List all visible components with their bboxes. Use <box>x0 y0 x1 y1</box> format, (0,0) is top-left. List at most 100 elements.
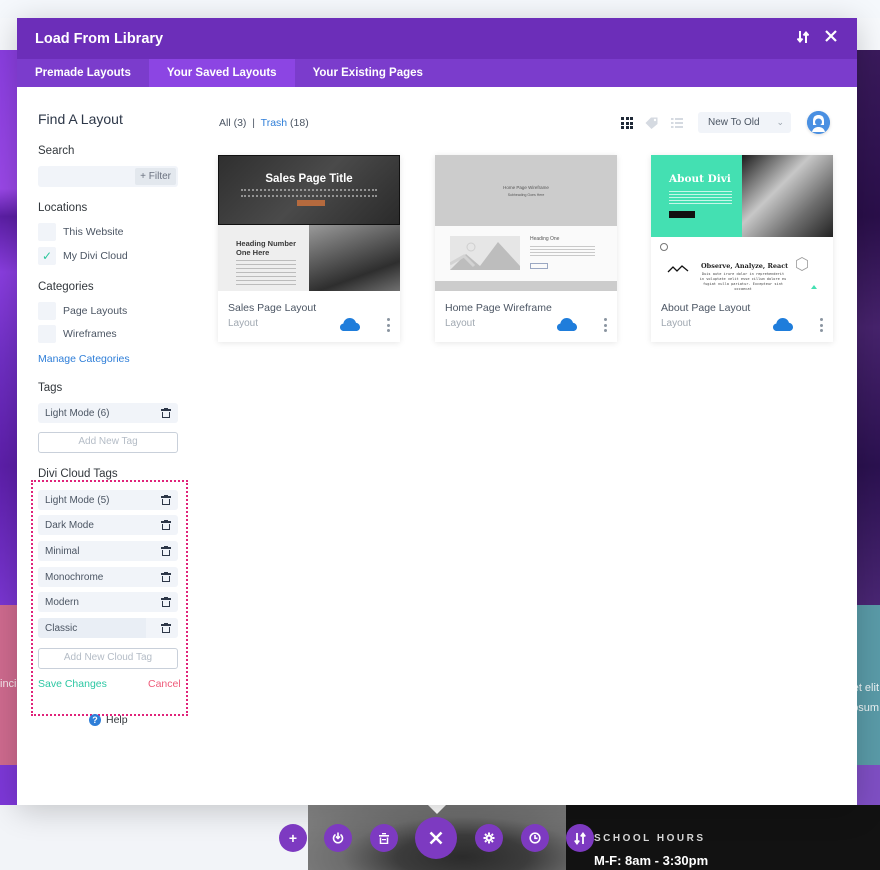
cloud-tag-item[interactable]: Dark Mode <box>38 515 178 535</box>
thumb-body-lines <box>669 191 732 205</box>
school-hours-label: SCHOOL HOURS <box>594 833 706 844</box>
sort-arrows-icon <box>574 831 586 845</box>
help-link[interactable]: ? Help <box>89 714 128 726</box>
bg-left-text: inci <box>0 678 17 690</box>
filter-all[interactable]: All (3) <box>219 117 246 129</box>
checkbox[interactable] <box>38 223 56 241</box>
trash-icon <box>379 832 389 844</box>
trash-icon[interactable] <box>161 494 171 506</box>
thumb-heading: Observe, Analyze, React <box>701 262 789 270</box>
card-name: Home Page Wireframe <box>445 302 552 314</box>
bg-right-section <box>856 50 880 605</box>
help-icon: ? <box>89 714 101 726</box>
checkmark-icon: ✓ <box>41 249 53 263</box>
tag-label: Classic <box>45 622 78 634</box>
location-this-website[interactable]: This Website <box>38 223 124 241</box>
layout-card[interactable]: Sales Page Title Heading Number One Here… <box>218 155 400 342</box>
thumb-text-section: Heading Number One Here <box>218 225 309 291</box>
portability-button[interactable] <box>324 824 352 852</box>
thumb-button <box>297 200 325 206</box>
trash-icon[interactable] <box>161 545 171 557</box>
search-input[interactable]: + Filter <box>38 166 178 187</box>
close-icon[interactable] <box>825 30 837 46</box>
grid-view-icon[interactable] <box>621 117 633 129</box>
trash-icon[interactable] <box>161 407 171 419</box>
tag-label: Dark Mode <box>45 519 94 531</box>
tag-label: Light Mode (5) <box>45 494 110 506</box>
gear-icon <box>483 832 495 844</box>
filter-all-count: (3) <box>233 117 247 129</box>
cancel-link[interactable]: Cancel <box>148 678 181 690</box>
card-type: Layout <box>661 318 692 329</box>
checkbox[interactable] <box>38 325 56 343</box>
trash-icon[interactable] <box>161 571 171 583</box>
school-hours-value: M-F: 8am - 3:30pm <box>594 853 709 868</box>
category-wireframes[interactable]: Wireframes <box>38 325 117 343</box>
filter-trash-count: (18) <box>290 117 309 129</box>
cloud-icon <box>340 318 360 331</box>
category-page-layouts[interactable]: Page Layouts <box>38 302 127 320</box>
page-settings-button[interactable] <box>475 824 503 852</box>
more-options-icon[interactable] <box>387 318 391 332</box>
card-type: Layout <box>445 318 476 329</box>
save-changes-link[interactable]: Save Changes <box>38 678 107 690</box>
cloud-tag-item[interactable]: Minimal <box>38 541 178 561</box>
filter-separator: | <box>252 117 256 129</box>
tag-item[interactable]: Light Mode (6) <box>38 403 178 423</box>
thumb-title: About Divi <box>669 173 731 185</box>
cloud-tag-item-editing[interactable]: Classic <box>38 618 178 638</box>
sort-select[interactable]: New To Old ⌄ <box>698 112 791 133</box>
circle-icon <box>660 243 668 251</box>
thumb-image <box>742 155 833 237</box>
trash-icon[interactable] <box>161 622 171 634</box>
thumb-image-placeholder <box>450 236 520 270</box>
filter-all-label: All <box>219 117 231 129</box>
avatar-icon <box>807 111 830 134</box>
tag-icon[interactable] <box>645 117 658 129</box>
checkbox-label: My Divi Cloud <box>63 250 128 262</box>
checkbox-checked[interactable]: ✓ <box>38 247 56 265</box>
card-name: Sales Page Layout <box>228 302 317 314</box>
layout-card[interactable]: About Divi Observe, Analyze, React Duis … <box>651 155 833 342</box>
thumb-button <box>669 211 695 218</box>
thumb-title: Sales Page Title <box>265 173 353 185</box>
filter-button[interactable]: + Filter <box>135 168 176 185</box>
manage-categories-link[interactable]: Manage Categories <box>38 353 130 365</box>
tab-premade-layouts[interactable]: Premade Layouts <box>17 59 149 87</box>
tab-your-existing-pages[interactable]: Your Existing Pages <box>295 59 441 87</box>
sort-arrows-icon[interactable] <box>796 30 810 48</box>
tag-label: Light Mode (6) <box>45 407 110 419</box>
filter-trash[interactable]: Trash (18) <box>261 117 309 129</box>
history-button[interactable] <box>521 824 549 852</box>
bg-left-section <box>0 50 17 605</box>
list-view-icon[interactable] <box>671 117 683 129</box>
categories-label: Categories <box>38 281 94 293</box>
add-button[interactable]: + <box>279 824 307 852</box>
layout-card[interactable]: Home Page Wireframe Subheading Goes Here… <box>435 155 617 342</box>
add-new-cloud-tag-input[interactable]: Add New Cloud Tag <box>38 648 178 669</box>
clear-layout-button[interactable] <box>370 824 398 852</box>
sidebar-title: Find A Layout <box>38 111 123 127</box>
thumb-hero: Home Page Wireframe Subheading Goes Here <box>435 155 617 226</box>
trash-icon[interactable] <box>161 596 171 608</box>
thumb-heading: Heading One <box>530 236 560 242</box>
tab-your-saved-layouts[interactable]: Your Saved Layouts <box>148 59 295 87</box>
cloud-tag-item[interactable]: Light Mode (5) <box>38 490 178 510</box>
tag-label: Modern <box>45 596 79 608</box>
image-placeholder-icon <box>450 242 520 270</box>
portability-sort-button[interactable] <box>566 824 594 852</box>
bg-top-bar <box>0 0 880 18</box>
cloud-tag-item[interactable]: Monochrome <box>38 567 178 587</box>
user-avatar[interactable] <box>807 111 830 134</box>
thumb-title: Home Page Wireframe <box>503 185 549 190</box>
checkbox[interactable] <box>38 302 56 320</box>
trash-icon[interactable] <box>161 519 171 531</box>
close-builder-button[interactable] <box>415 817 457 859</box>
help-label: Help <box>106 714 128 726</box>
cloud-tag-item[interactable]: Modern <box>38 592 178 612</box>
more-options-icon[interactable] <box>820 318 824 332</box>
add-new-tag-input[interactable]: Add New Tag <box>38 432 178 453</box>
power-icon <box>332 832 344 844</box>
location-my-divi-cloud[interactable]: ✓ My Divi Cloud <box>38 247 128 265</box>
more-options-icon[interactable] <box>604 318 608 332</box>
